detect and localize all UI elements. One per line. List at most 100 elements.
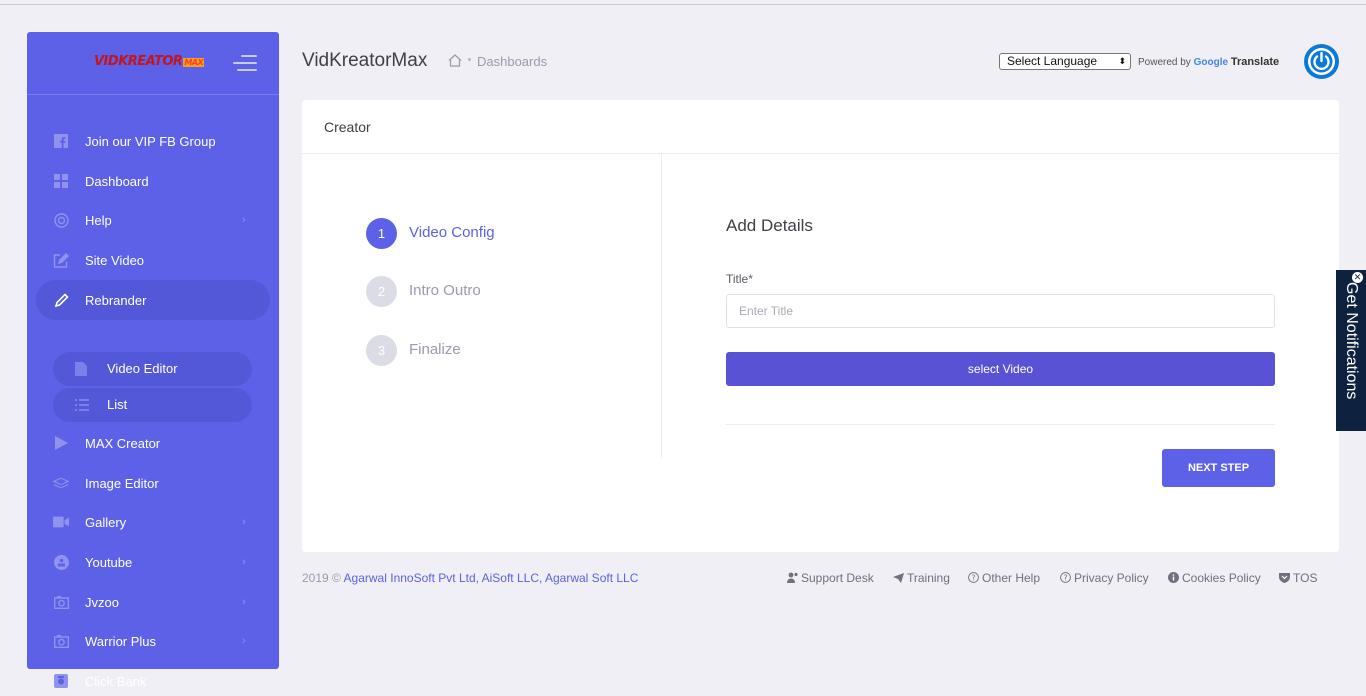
sidebar-item-site-video[interactable]: Site Video bbox=[27, 240, 279, 280]
footer-link-label: TOS bbox=[1293, 571, 1318, 585]
footer-link-label: Training bbox=[907, 571, 950, 585]
google-logo[interactable]: Google bbox=[1194, 57, 1228, 68]
camera-icon bbox=[53, 594, 69, 610]
file-icon bbox=[75, 362, 89, 376]
footer-link-tos[interactable]: TOS bbox=[1279, 571, 1317, 585]
sidebar-subitem-label: Video Editor bbox=[107, 361, 178, 376]
sidebar-item-label: Help bbox=[85, 212, 112, 228]
footer-link-cookies-policy[interactable]: Cookies Policy bbox=[1168, 571, 1261, 585]
next-step-button[interactable]: NEXT STEP bbox=[1162, 449, 1275, 487]
step-number: 2 bbox=[366, 276, 397, 307]
chevron-right-icon: › bbox=[242, 214, 246, 226]
powered-by-google-translate: Powered by Google Translate bbox=[1138, 56, 1279, 68]
sidebar-item-rebrander[interactable]: Rebrander bbox=[36, 280, 270, 320]
sidebar-item-jvzoo[interactable]: Jvzoo › bbox=[27, 582, 279, 622]
logo-suffix: MAX bbox=[183, 58, 205, 67]
sidebar-item-label: Image Editor bbox=[85, 475, 159, 491]
brand-logo[interactable]: VIDKREATOR MAX bbox=[94, 54, 205, 71]
step-number: 3 bbox=[366, 335, 397, 366]
info-circle-icon bbox=[1168, 572, 1179, 583]
shield-icon bbox=[1279, 572, 1290, 583]
sidebar-item-max-creator[interactable]: MAX Creator bbox=[27, 423, 279, 463]
language-select-value: Select Language bbox=[1007, 54, 1098, 68]
footer-link-label: Cookies Policy bbox=[1182, 571, 1261, 585]
title-label: Title* bbox=[726, 272, 753, 286]
layers-icon bbox=[53, 475, 69, 491]
svg-text:?: ? bbox=[1064, 573, 1068, 582]
title-input[interactable] bbox=[726, 294, 1275, 328]
footer-copyright: 2019 © Agarwal InnoSoft Pvt Ltd, AiSoft … bbox=[302, 571, 638, 585]
sidebar-item-label: Site Video bbox=[85, 252, 145, 268]
sidebar-item-image-editor[interactable]: Image Editor bbox=[27, 463, 279, 503]
sidebar-item-label: Click Bank bbox=[85, 673, 147, 689]
sidebar-item-dashboard[interactable]: Dashboard bbox=[27, 161, 279, 201]
chevron-right-icon: › bbox=[242, 556, 246, 568]
pencil-icon bbox=[53, 292, 69, 308]
sidebar-item-warrior-plus[interactable]: Warrior Plus › bbox=[27, 621, 279, 661]
footer-link-other-help[interactable]: ? Other Help bbox=[968, 571, 1040, 585]
select-arrows-icon: ⬍ bbox=[1118, 56, 1126, 66]
video-camera-icon bbox=[53, 514, 69, 530]
logo-text: VIDKREATOR bbox=[94, 54, 183, 69]
footer-link-label: Other Help bbox=[982, 571, 1041, 585]
breadcrumb-separator bbox=[468, 58, 471, 61]
grid-icon bbox=[53, 173, 69, 189]
footer-link-privacy-policy[interactable]: ? Privacy Policy bbox=[1060, 571, 1149, 585]
sidebar-item-label: Youtube bbox=[85, 554, 133, 570]
footer-link-label: Support Desk bbox=[801, 571, 874, 585]
footer-link-support-desk[interactable]: Support Desk bbox=[787, 571, 874, 585]
step-label: Video Config bbox=[409, 224, 495, 241]
step-label: Finalize bbox=[409, 341, 461, 358]
sidebar-item-label: Rebrander bbox=[85, 292, 147, 308]
play-icon bbox=[53, 435, 69, 451]
user-support-icon bbox=[787, 572, 798, 583]
copyright-year: 2019 © bbox=[302, 571, 341, 585]
step-label: Intro Outro bbox=[409, 282, 481, 299]
footer-link-label: Privacy Policy bbox=[1074, 571, 1149, 585]
chevron-right-icon: › bbox=[242, 635, 246, 647]
question-circle-icon: ? bbox=[1060, 572, 1071, 583]
sidebar-item-label: Jvzoo bbox=[85, 594, 119, 610]
home-icon[interactable] bbox=[448, 54, 462, 67]
breadcrumb[interactable]: Dashboards bbox=[477, 54, 547, 69]
sidebar-subitem-list[interactable]: List bbox=[53, 388, 252, 422]
get-notifications-tab[interactable]: ✕ Get Notifications bbox=[1336, 270, 1366, 431]
sidebar-item-vip-fb-group[interactable]: Join our VIP FB Group bbox=[27, 121, 279, 161]
form-title: Add Details bbox=[726, 216, 813, 235]
panel-header: Creator bbox=[302, 100, 1339, 154]
facebook-icon bbox=[53, 133, 69, 149]
youtube-icon bbox=[53, 554, 69, 570]
sidebar-subitem-label: List bbox=[107, 397, 128, 412]
sidebar: VIDKREATOR MAX Join our VIP FB Group Dash… bbox=[27, 32, 279, 689]
list-icon bbox=[75, 398, 89, 412]
select-video-button[interactable]: select Video bbox=[726, 352, 1275, 386]
sidebar-subitem-video-editor[interactable]: Video Editor bbox=[53, 352, 252, 386]
translate-label: Translate bbox=[1230, 56, 1280, 68]
get-notifications-label: Get Notifications bbox=[1343, 282, 1360, 400]
edit-icon bbox=[53, 252, 69, 268]
footer-link-training[interactable]: Training bbox=[893, 571, 950, 585]
paper-plane-icon bbox=[893, 572, 904, 583]
sidebar-item-click-bank[interactable]: Click Bank bbox=[27, 661, 279, 696]
powered-by-label: Powered by bbox=[1138, 57, 1191, 68]
power-icon[interactable] bbox=[1304, 44, 1339, 79]
sidebar-header: VIDKREATOR MAX bbox=[27, 32, 279, 95]
sidebar-item-help[interactable]: Help › bbox=[27, 200, 279, 240]
sidebar-item-youtube[interactable]: Youtube › bbox=[27, 542, 279, 582]
chevron-right-icon: › bbox=[242, 516, 246, 528]
sidebar-item-label: Warrior Plus bbox=[85, 633, 157, 649]
form-separator bbox=[726, 424, 1275, 425]
sidebar-item-gallery[interactable]: Gallery › bbox=[27, 502, 279, 542]
sidebar-item-label: Gallery bbox=[85, 514, 127, 530]
question-circle-icon: ? bbox=[968, 572, 979, 583]
top-border bbox=[0, 4, 1366, 5]
sidebar-item-label: Dashboard bbox=[85, 173, 149, 189]
language-select[interactable]: Select Language ⬍ bbox=[999, 53, 1131, 70]
company-link[interactable]: Agarwal InnoSoft Pvt Ltd, AiSoft LLC, Ag… bbox=[344, 571, 639, 585]
page-title: VidKreatorMax bbox=[302, 50, 428, 71]
chevron-right-icon: › bbox=[242, 596, 246, 608]
menu-toggle-icon[interactable] bbox=[233, 55, 257, 71]
lifebuoy-icon bbox=[53, 212, 69, 228]
sidebar-item-label: Join our VIP FB Group bbox=[85, 133, 216, 149]
svg-text:?: ? bbox=[972, 573, 976, 582]
